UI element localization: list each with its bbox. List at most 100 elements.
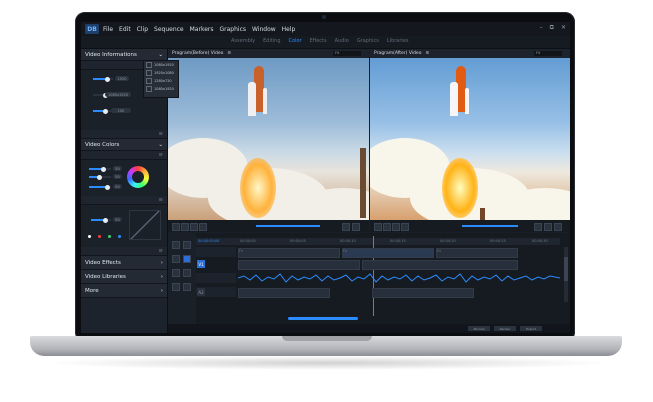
menu-clip[interactable]: Clip: [137, 26, 148, 33]
text-tool-icon[interactable]: [183, 283, 191, 291]
curve-graph[interactable]: [129, 210, 161, 240]
swatch-green[interactable]: [108, 235, 111, 238]
resolution-dropdown[interactable]: 1080x1920 1920x1080 1280x720 1080x1920: [143, 60, 179, 98]
export-frame-icon[interactable]: [544, 223, 552, 231]
chevron-right-icon[interactable]: ›: [161, 288, 163, 294]
maximize-icon[interactable]: ⧉: [550, 24, 554, 32]
menu-icon[interactable]: ≡: [158, 248, 163, 254]
video-clip[interactable]: Fx: [342, 248, 434, 258]
saturation-value[interactable]: 50: [113, 174, 122, 179]
menu-icon[interactable]: ≡: [425, 51, 429, 56]
scrub-bar[interactable]: [256, 225, 320, 227]
render-button[interactable]: Render: [494, 326, 516, 331]
luma-value[interactable]: 50: [113, 184, 122, 189]
chevron-down-icon[interactable]: ⌄: [158, 52, 163, 58]
dropdown-option[interactable]: 1280x720: [144, 77, 178, 85]
hand-tool-icon[interactable]: [172, 283, 180, 291]
hue-slider[interactable]: [89, 166, 111, 172]
mark-out-icon[interactable]: [383, 223, 391, 231]
tab-audio[interactable]: Audio: [335, 38, 349, 44]
audio-clip[interactable]: [372, 288, 474, 298]
track-select-icon[interactable]: [183, 241, 191, 249]
menu-sequence[interactable]: Sequence: [154, 26, 184, 33]
dropdown-option[interactable]: 1080x1920: [144, 61, 178, 69]
curve-value[interactable]: 50: [113, 217, 122, 222]
video-clip[interactable]: Fx: [436, 248, 518, 258]
swatch-white[interactable]: [88, 235, 91, 238]
scale-value[interactable]: 100: [111, 108, 131, 113]
compare-icon[interactable]: [534, 223, 542, 231]
tab-graphics[interactable]: Graphics: [357, 38, 379, 44]
tab-color[interactable]: Color: [289, 38, 302, 44]
video-clip[interactable]: Fx: [238, 248, 340, 258]
chevron-right-icon[interactable]: ›: [161, 274, 163, 280]
export-button[interactable]: Export: [520, 326, 542, 331]
menu-icon[interactable]: ≡: [158, 131, 163, 137]
subsection-curves[interactable]: ≡: [81, 196, 167, 205]
section-more[interactable]: More ›: [81, 284, 167, 298]
vertical-scrollbar[interactable]: [564, 247, 568, 302]
swatch-red[interactable]: [98, 235, 101, 238]
menu-help[interactable]: Help: [282, 26, 296, 33]
timecode[interactable]: 00:00:00:00: [198, 239, 219, 243]
video-clip[interactable]: [238, 260, 360, 270]
size-slider[interactable]: [93, 76, 113, 82]
tab-effects[interactable]: Effects: [310, 38, 327, 44]
menu-graphics[interactable]: Graphics: [220, 26, 247, 33]
tab-editing[interactable]: Editing: [263, 38, 280, 44]
menu-icon[interactable]: ≡: [158, 197, 163, 203]
scale-slider[interactable]: [93, 108, 113, 114]
video-clip[interactable]: [362, 260, 518, 270]
audio-clip[interactable]: [238, 288, 330, 298]
zoom-fit-select[interactable]: Fit: [333, 51, 361, 56]
horizontal-scrollbar[interactable]: [288, 317, 358, 320]
audio-waveform[interactable]: [238, 273, 560, 283]
tab-libraries[interactable]: Libraries: [387, 38, 409, 44]
mark-in-icon[interactable]: [374, 223, 382, 231]
step-back-icon[interactable]: [392, 223, 400, 231]
mark-in-icon[interactable]: [172, 223, 180, 231]
section-video-effects[interactable]: Video Effects ›: [81, 256, 167, 270]
normal-button[interactable]: Normal: [468, 326, 490, 331]
settings-icon[interactable]: [352, 223, 360, 231]
curve-slider[interactable]: [91, 217, 111, 223]
menu-file[interactable]: File: [103, 26, 113, 33]
size-value[interactable]: 1920: [115, 76, 129, 81]
time-ruler[interactable]: 00:00:00:00 00:00:00 00:00:05 00:00:10 0…: [196, 238, 560, 245]
track-tag-a2[interactable]: A2: [197, 288, 205, 296]
settings-icon[interactable]: [554, 223, 562, 231]
play-icon[interactable]: [401, 223, 409, 231]
export-frame-icon[interactable]: [342, 223, 350, 231]
play-icon[interactable]: [199, 223, 207, 231]
menu-markers[interactable]: Markers: [190, 26, 214, 33]
hue-value[interactable]: 50: [113, 166, 122, 171]
selection-tool-icon[interactable]: [172, 241, 180, 249]
step-back-icon[interactable]: [190, 223, 198, 231]
color-wheel[interactable]: [127, 166, 149, 188]
chevron-right-icon[interactable]: ›: [161, 260, 163, 266]
menu-window[interactable]: Window: [252, 26, 276, 33]
subsection-more[interactable]: ≡: [81, 247, 167, 256]
mark-out-icon[interactable]: [181, 223, 189, 231]
luma-slider[interactable]: [89, 184, 111, 190]
menu-icon[interactable]: ≡: [158, 152, 163, 158]
dropdown-option[interactable]: 1080x1920: [144, 85, 178, 93]
close-icon[interactable]: ✕: [561, 24, 566, 32]
menu-edit[interactable]: Edit: [119, 26, 131, 33]
swatch-blue[interactable]: [118, 235, 121, 238]
ripple-tool-icon[interactable]: [172, 255, 180, 263]
section-video-colors[interactable]: Video Colors ⌄: [81, 139, 167, 151]
razor-tool-icon[interactable]: [183, 255, 191, 263]
saturation-slider[interactable]: [89, 174, 111, 180]
dropdown-option[interactable]: 1920x1080: [144, 69, 178, 77]
tab-assembly[interactable]: Assembly: [231, 38, 255, 44]
subsection-wheels[interactable]: ≡: [81, 151, 167, 160]
scrub-bar[interactable]: [462, 225, 518, 227]
section-video-libraries[interactable]: Video Libraries ›: [81, 270, 167, 284]
zoom-fit-select[interactable]: Fit: [534, 51, 562, 56]
chevron-down-icon[interactable]: ⌄: [158, 142, 163, 148]
slip-tool-icon[interactable]: [172, 269, 180, 277]
minimize-icon[interactable]: –: [540, 24, 543, 32]
pen-tool-icon[interactable]: [183, 269, 191, 277]
resolution-value[interactable]: 1080x1920: [105, 92, 131, 97]
